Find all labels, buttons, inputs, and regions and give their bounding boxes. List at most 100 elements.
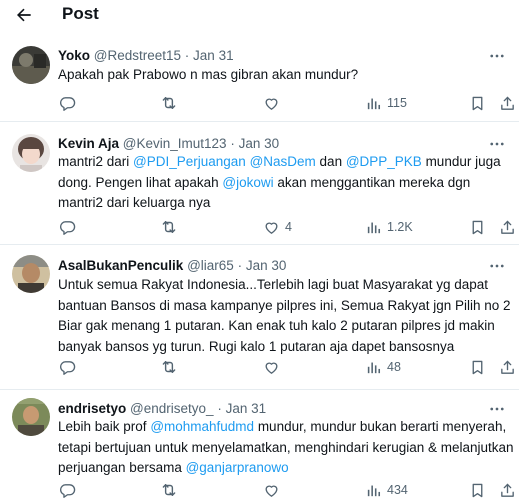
like-icon <box>262 481 280 499</box>
more-icon[interactable] <box>487 400 507 418</box>
separator-dot: · <box>237 258 246 273</box>
tweet-header: Kevin Aja @Kevin_Imut123 · Jan 30 <box>58 135 279 153</box>
reply-icon <box>58 94 76 112</box>
share-icon <box>498 481 516 499</box>
timestamp[interactable]: Jan 31 <box>193 48 234 63</box>
share-button[interactable] <box>498 217 516 237</box>
separator-dot: · <box>230 136 239 151</box>
timestamp[interactable]: Jan 31 <box>226 401 267 416</box>
repost-button[interactable] <box>160 93 178 113</box>
reply-tweet[interactable]: Kevin Aja @Kevin_Imut123 · Jan 30 mantri… <box>0 122 519 245</box>
like-button[interactable] <box>262 480 280 500</box>
share-button[interactable] <box>498 480 516 500</box>
bookmark-button[interactable] <box>468 217 486 237</box>
reply-icon <box>58 218 76 236</box>
avatar[interactable] <box>12 398 50 436</box>
page-title: Post <box>62 4 99 23</box>
tweet-text-segment: Lebih baik prof <box>58 419 151 434</box>
mention-link[interactable]: @PDI_Perjuangan <box>133 154 246 169</box>
views-count: 1.2K <box>387 220 413 234</box>
reply-button[interactable] <box>58 357 76 377</box>
tweet-header: Yoko @Redstreet15 · Jan 31 <box>58 47 234 65</box>
likes-count: 4 <box>285 220 292 234</box>
reply-icon <box>58 358 76 376</box>
like-icon <box>262 358 280 376</box>
timestamp[interactable]: Jan 30 <box>246 258 287 273</box>
share-button[interactable] <box>498 93 516 113</box>
bookmark-button[interactable] <box>468 357 486 377</box>
mention-link[interactable]: @NasDem <box>250 154 316 169</box>
views-button[interactable]: 1.2K <box>364 217 413 237</box>
reply-button[interactable] <box>58 93 76 113</box>
reply-icon <box>58 481 76 499</box>
repost-button[interactable] <box>160 480 178 500</box>
username[interactable]: @Kevin_Imut123 <box>123 136 227 151</box>
separator-dot: · <box>184 48 194 63</box>
more-icon[interactable] <box>487 47 507 65</box>
views-button[interactable]: 115 <box>364 93 407 113</box>
timestamp[interactable]: Jan 30 <box>239 136 280 151</box>
more-icon[interactable] <box>487 257 507 275</box>
bookmark-icon <box>468 481 486 499</box>
share-icon <box>498 94 516 112</box>
views-icon <box>364 358 382 376</box>
share-button[interactable] <box>498 357 516 377</box>
views-count: 48 <box>387 360 401 374</box>
action-bar: 434 <box>58 480 516 500</box>
bookmark-icon <box>468 218 486 236</box>
repost-icon <box>160 218 178 236</box>
like-icon <box>262 218 280 236</box>
display-name[interactable]: AsalBukanPenculik <box>58 258 183 273</box>
like-button[interactable] <box>262 357 280 377</box>
repost-icon <box>160 94 178 112</box>
avatar[interactable] <box>12 46 50 84</box>
repost-icon <box>160 481 178 499</box>
tweet-text: Untuk semua Rakyat Indonesia...Terlebih … <box>58 275 514 357</box>
views-button[interactable]: 434 <box>364 480 408 500</box>
tweet-header: endrisetyo @endrisetyo_ · Jan 31 <box>58 400 266 418</box>
reply-button[interactable] <box>58 480 76 500</box>
back-arrow-icon[interactable] <box>12 3 36 27</box>
avatar[interactable] <box>12 134 50 172</box>
mention-link[interactable]: @ganjarpranowo <box>186 460 289 475</box>
views-icon <box>364 481 382 499</box>
display-name[interactable]: Yoko <box>58 48 90 63</box>
like-button[interactable]: 4 <box>262 217 292 237</box>
mention-link[interactable]: @jokowi <box>222 175 273 190</box>
mention-link[interactable]: @mohmahfudmd <box>150 419 254 434</box>
tweet-text-segment: mantri2 dari <box>58 154 134 169</box>
reply-tweet[interactable]: endrisetyo @endrisetyo_ · Jan 31 Lebih b… <box>0 390 519 500</box>
action-bar: 4 1.2K <box>58 217 516 237</box>
views-button[interactable]: 48 <box>364 357 401 377</box>
tweet-text: mantri2 dari @PDI_Perjuangan @NasDem dan… <box>58 152 514 214</box>
more-icon[interactable] <box>487 135 507 153</box>
tweet-text: Lebih baik prof @mohmahfudmd mundur, mun… <box>58 417 514 479</box>
bookmark-icon <box>468 358 486 376</box>
top-bar: Post <box>0 0 519 30</box>
repost-button[interactable] <box>160 357 178 377</box>
username[interactable]: @Redstreet15 <box>94 48 181 63</box>
views-icon <box>364 218 382 236</box>
like-icon <box>262 94 280 112</box>
reply-button[interactable] <box>58 217 76 237</box>
views-icon <box>364 94 382 112</box>
username[interactable]: @endrisetyo_ <box>130 401 214 416</box>
bookmark-button[interactable] <box>468 93 486 113</box>
avatar[interactable] <box>12 255 50 293</box>
display-name[interactable]: endrisetyo <box>58 401 126 416</box>
share-icon <box>498 358 516 376</box>
action-bar: 48 <box>58 357 516 377</box>
tweet-header: AsalBukanPenculik @liar65 · Jan 30 <box>58 257 286 275</box>
repost-button[interactable] <box>160 217 178 237</box>
display-name[interactable]: Kevin Aja <box>58 136 119 151</box>
username[interactable]: @liar65 <box>187 258 234 273</box>
like-button[interactable] <box>262 93 280 113</box>
reply-tweet[interactable]: Yoko @Redstreet15 · Jan 31 Apakah pak Pr… <box>0 40 519 122</box>
tweet-text: Apakah pak Prabowo n mas gibran akan mun… <box>58 65 514 86</box>
mention-link[interactable]: @DPP_PKB <box>346 154 422 169</box>
repost-icon <box>160 358 178 376</box>
bookmark-button[interactable] <box>468 480 486 500</box>
views-count: 434 <box>387 483 408 497</box>
separator-dot: · <box>217 401 226 416</box>
reply-tweet[interactable]: AsalBukanPenculik @liar65 · Jan 30 Untuk… <box>0 245 519 390</box>
